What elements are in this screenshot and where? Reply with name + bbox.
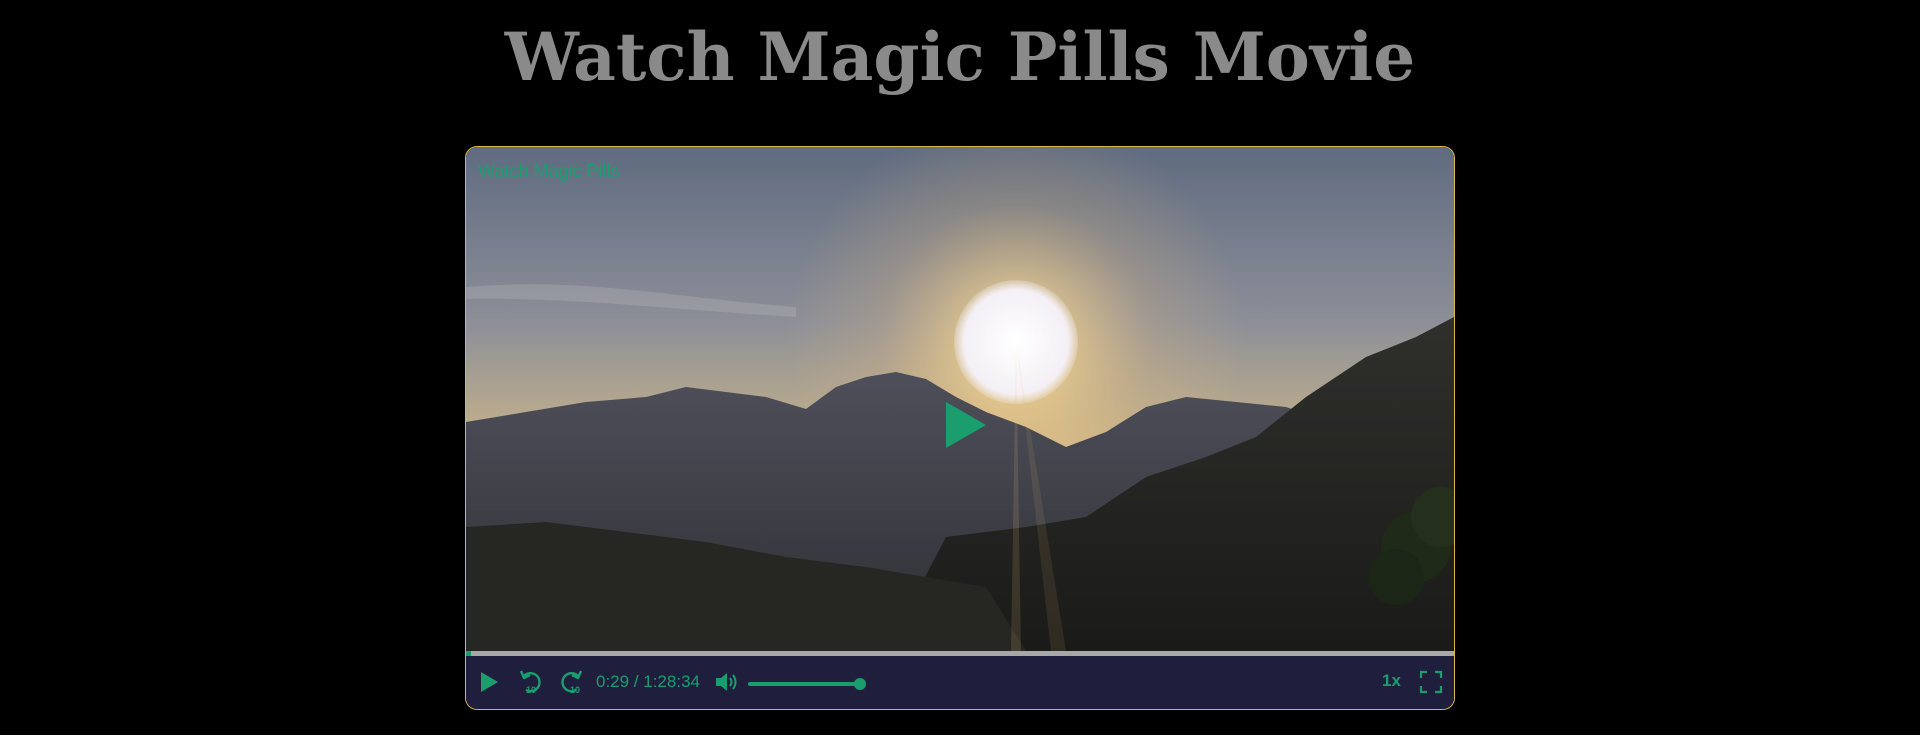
video-player[interactable]: Watch Magic Pills 10 10 0:29 / 1:28:34 1… — [465, 146, 1455, 710]
forward-10-label: 10 — [570, 685, 581, 695]
video-thumbnail-image — [466, 147, 1454, 651]
rewind-10-label: 10 — [526, 685, 537, 695]
page-title: Watch Magic Pills Movie — [504, 18, 1416, 96]
video-frame[interactable]: Watch Magic Pills — [466, 147, 1454, 651]
rewind-10-icon[interactable]: 10 — [518, 668, 544, 698]
volume-slider[interactable] — [748, 682, 860, 686]
fullscreen-icon[interactable] — [1419, 670, 1443, 694]
video-title: Watch Magic Pills — [478, 161, 620, 181]
forward-10-icon[interactable]: 10 — [558, 668, 584, 698]
play-icon[interactable] — [944, 400, 988, 450]
control-bar: 10 10 0:29 / 1:28:34 1x — [466, 656, 1454, 709]
volume-icon[interactable] — [714, 670, 740, 694]
playback-speed-button[interactable]: 1x — [1382, 671, 1401, 691]
play-icon[interactable] — [478, 670, 500, 694]
volume-slider-thumb[interactable] — [854, 678, 866, 690]
time-display: 0:29 / 1:28:34 — [596, 672, 700, 691]
